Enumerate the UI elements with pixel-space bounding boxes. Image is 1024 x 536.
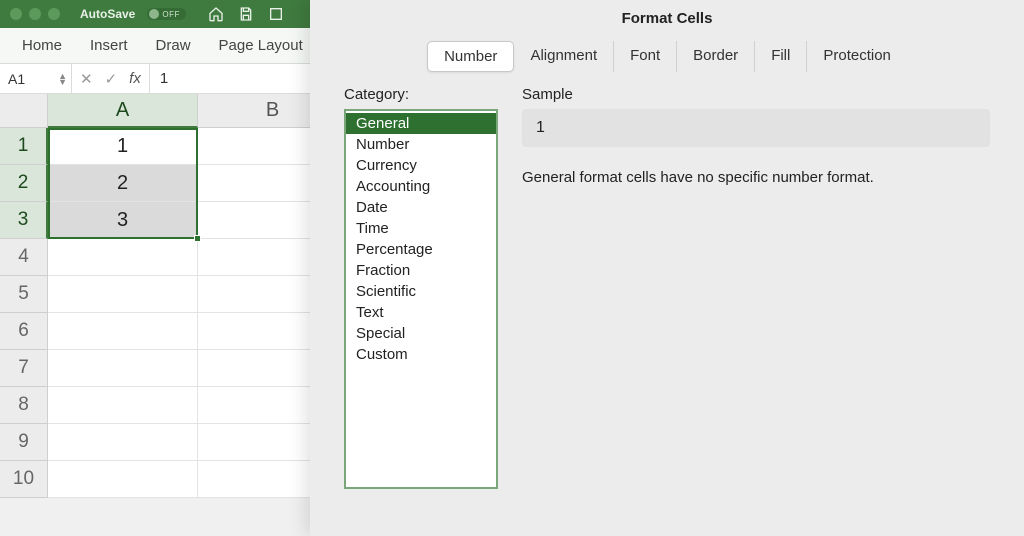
cell-a4[interactable] — [48, 239, 198, 276]
ribbon-tab-page-layout[interactable]: Page Layout — [205, 29, 317, 62]
fill-handle[interactable] — [194, 235, 201, 242]
category-item-special[interactable]: Special — [346, 323, 496, 344]
autosave-toggle[interactable]: OFF — [147, 8, 186, 20]
category-list[interactable]: General Number Currency Accounting Date … — [344, 109, 498, 489]
window-controls — [10, 8, 60, 20]
category-item-date[interactable]: Date — [346, 197, 496, 218]
category-item-scientific[interactable]: Scientific — [346, 281, 496, 302]
dialog-tab-font[interactable]: Font — [614, 41, 677, 72]
category-item-time[interactable]: Time — [346, 218, 496, 239]
category-label: Category: — [344, 86, 498, 103]
row-header-8[interactable]: 8 — [0, 387, 48, 424]
cell-a8[interactable] — [48, 387, 198, 424]
category-item-text[interactable]: Text — [346, 302, 496, 323]
cell-a7[interactable] — [48, 350, 198, 387]
more-icon[interactable] — [268, 6, 284, 22]
ribbon-tab-draw[interactable]: Draw — [142, 29, 205, 62]
dialog-tab-protection[interactable]: Protection — [807, 41, 907, 72]
cell-a2[interactable]: 2 — [48, 165, 198, 202]
row-header-2[interactable]: 2 — [0, 165, 48, 202]
cell-a6[interactable] — [48, 313, 198, 350]
name-box[interactable]: A1 ▲▼ — [0, 64, 72, 93]
cell-a10[interactable] — [48, 461, 198, 498]
formula-controls: ✕ ✓ fx — [72, 64, 150, 93]
category-item-accounting[interactable]: Accounting — [346, 176, 496, 197]
autosave-state: OFF — [162, 10, 180, 19]
format-description: General format cells have no specific nu… — [522, 169, 990, 186]
save-icon[interactable] — [238, 6, 254, 22]
sample-value: 1 — [522, 109, 990, 147]
zoom-window-icon[interactable] — [48, 8, 60, 20]
select-all-corner[interactable] — [0, 94, 48, 128]
dialog-tab-fill[interactable]: Fill — [755, 41, 807, 72]
row-header-5[interactable]: 5 — [0, 276, 48, 313]
name-box-ref: A1 — [8, 71, 25, 87]
cell-a3[interactable]: 3 — [48, 202, 198, 239]
cell-a9[interactable] — [48, 424, 198, 461]
name-box-stepper[interactable]: ▲▼ — [58, 73, 67, 85]
format-cells-dialog: Format Cells Number Alignment Font Borde… — [310, 0, 1024, 536]
dialog-tab-number[interactable]: Number — [427, 41, 514, 72]
toggle-knob — [149, 9, 159, 19]
minimize-window-icon[interactable] — [29, 8, 41, 20]
dialog-title: Format Cells — [310, 0, 1024, 41]
dialog-tabs: Number Alignment Font Border Fill Protec… — [310, 41, 1024, 72]
cell-a1[interactable]: 1 — [48, 128, 198, 165]
row-header-3[interactable]: 3 — [0, 202, 48, 239]
category-item-custom[interactable]: Custom — [346, 344, 496, 365]
category-item-number[interactable]: Number — [346, 134, 496, 155]
sample-label: Sample — [522, 86, 990, 103]
dialog-tab-alignment[interactable]: Alignment — [514, 41, 614, 72]
ribbon-tab-home[interactable]: Home — [8, 29, 76, 62]
row-header-9[interactable]: 9 — [0, 424, 48, 461]
cell-a5[interactable] — [48, 276, 198, 313]
row-header-6[interactable]: 6 — [0, 313, 48, 350]
ribbon-tab-insert[interactable]: Insert — [76, 29, 142, 62]
cancel-formula-icon[interactable]: ✕ — [80, 70, 93, 88]
col-header-a[interactable]: A — [48, 94, 198, 128]
row-header-7[interactable]: 7 — [0, 350, 48, 387]
quick-access-toolbar — [208, 6, 284, 22]
close-window-icon[interactable] — [10, 8, 22, 20]
accept-formula-icon[interactable]: ✓ — [105, 70, 118, 88]
row-header-10[interactable]: 10 — [0, 461, 48, 498]
home-icon[interactable] — [208, 6, 224, 22]
row-header-4[interactable]: 4 — [0, 239, 48, 276]
category-item-currency[interactable]: Currency — [346, 155, 496, 176]
category-item-percentage[interactable]: Percentage — [346, 239, 496, 260]
category-item-fraction[interactable]: Fraction — [346, 260, 496, 281]
row-header-1[interactable]: 1 — [0, 128, 48, 165]
dialog-tab-border[interactable]: Border — [677, 41, 755, 72]
autosave-label: AutoSave — [80, 7, 135, 21]
fx-icon[interactable]: fx — [129, 70, 141, 87]
category-item-general[interactable]: General — [346, 113, 496, 134]
